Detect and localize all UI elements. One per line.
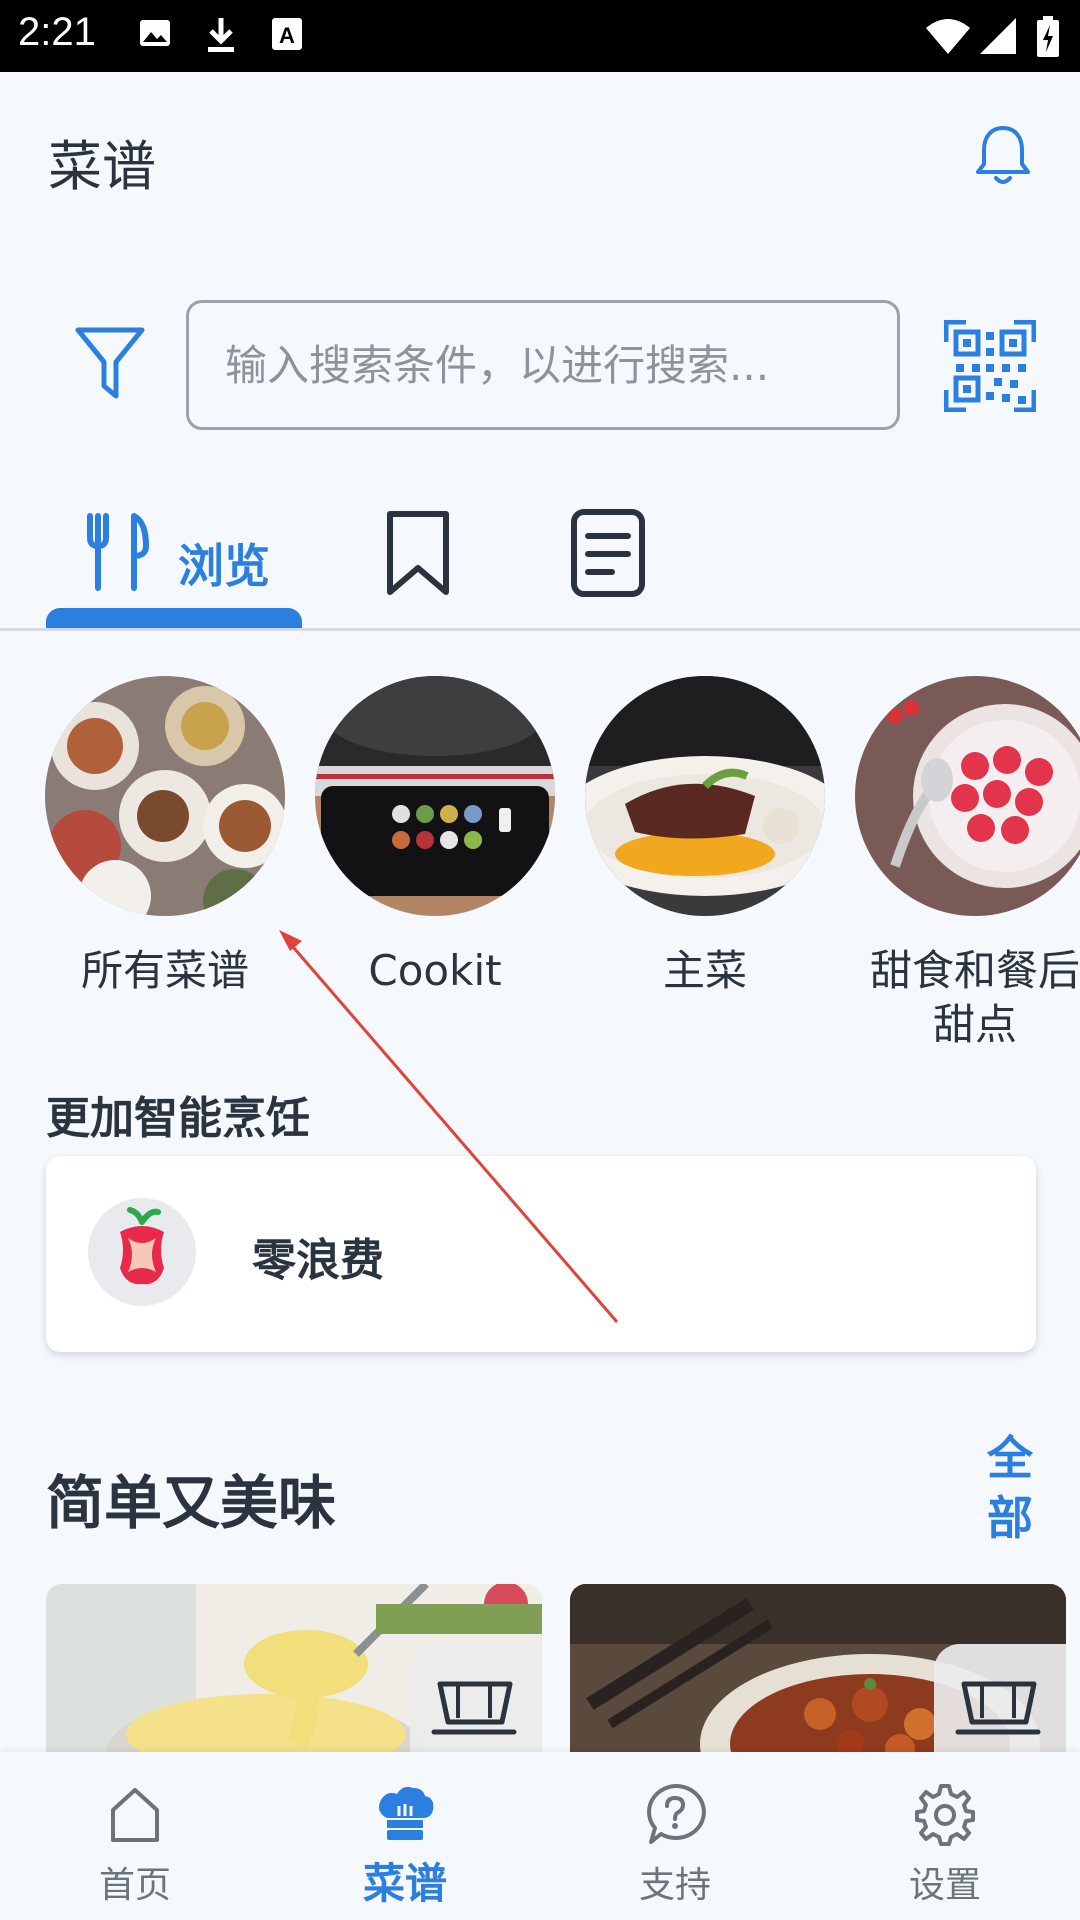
category-desserts[interactable]: 甜食和餐后甜点 — [850, 676, 1080, 1052]
font-notification-icon: A — [272, 18, 302, 50]
zero-waste-card[interactable]: 零浪费 — [46, 1156, 1036, 1352]
home-icon — [111, 1788, 159, 1842]
section-title-smart-cooking: 更加智能烹饪 — [46, 1093, 310, 1144]
cutlery-icon — [87, 513, 149, 591]
nav-home[interactable]: 首页 — [0, 1752, 270, 1920]
signal-icon — [980, 18, 1016, 54]
recipe-card[interactable] — [570, 1584, 1066, 1754]
nav-support-label: 支持 — [638, 1865, 711, 1906]
category-label: Cookit — [368, 946, 502, 995]
wifi-icon — [926, 19, 970, 54]
tabs-divider — [0, 628, 1080, 631]
category-image — [45, 676, 285, 916]
gallery-notification-icon — [140, 20, 170, 46]
tab-browse-label: 浏览 — [178, 539, 270, 593]
zero-waste-label: 零浪费 — [252, 1235, 384, 1286]
nav-recipes[interactable]: 菜谱 — [270, 1752, 540, 1920]
section-title-easy-tasty: 简单又美味 — [46, 1469, 337, 1537]
category-image — [855, 676, 1080, 916]
nav-home-label: 首页 — [98, 1865, 171, 1906]
nav-settings-label: 设置 — [908, 1865, 981, 1906]
category-carousel: 所有菜谱 Cookit 主菜 甜食和餐后甜点 — [0, 676, 1080, 1056]
bottom-nav: 首页 菜谱 支持 设置 — [0, 1752, 1080, 1920]
cookit-badge — [410, 1644, 542, 1754]
cookit-device-icon — [431, 1681, 517, 1735]
apple-core-icon — [120, 1207, 164, 1285]
category-main-dish[interactable]: 主菜 — [580, 676, 830, 998]
tab-active-indicator — [46, 608, 302, 630]
battery-icon — [1037, 16, 1059, 57]
qr-code-icon[interactable] — [944, 320, 1036, 412]
cookit-badge — [934, 1644, 1066, 1754]
see-all-link[interactable]: 全部 — [980, 1428, 1040, 1548]
download-notification-icon — [208, 18, 234, 52]
bookmark-icon[interactable] — [380, 508, 456, 598]
category-label: 所有菜谱 — [80, 946, 249, 995]
nav-support[interactable]: 支持 — [540, 1752, 810, 1920]
category-image — [315, 676, 555, 916]
filter-icon[interactable] — [72, 322, 148, 402]
page-title: 菜谱 — [48, 135, 156, 198]
category-label: 主菜 — [662, 946, 747, 995]
gear-icon — [915, 1784, 975, 1846]
recipe-card[interactable] — [46, 1584, 542, 1754]
category-all-recipes[interactable]: 所有菜谱 — [40, 676, 290, 998]
svg-text:A: A — [279, 23, 295, 48]
help-icon — [647, 1783, 706, 1844]
status-time: 2:21 — [18, 10, 96, 54]
cookit-device-icon — [955, 1681, 1041, 1735]
search-row — [0, 300, 1080, 430]
bell-icon[interactable] — [968, 120, 1038, 190]
nav-recipes-label: 菜谱 — [362, 1859, 447, 1908]
recipe-tabs: 浏览 — [0, 490, 1080, 631]
app-header: 菜谱 — [0, 72, 1080, 242]
zero-waste-icon-bg — [88, 1198, 196, 1306]
search-input[interactable] — [186, 300, 900, 430]
chef-hat-icon — [379, 1786, 434, 1840]
shopping-list-icon[interactable] — [568, 508, 648, 598]
nav-settings[interactable]: 设置 — [810, 1752, 1080, 1920]
category-label: 甜食和餐后甜点 — [869, 946, 1080, 1049]
category-cookit[interactable]: Cookit — [310, 676, 560, 998]
category-image — [585, 676, 825, 916]
status-bar: 2:21 A — [0, 0, 1080, 72]
